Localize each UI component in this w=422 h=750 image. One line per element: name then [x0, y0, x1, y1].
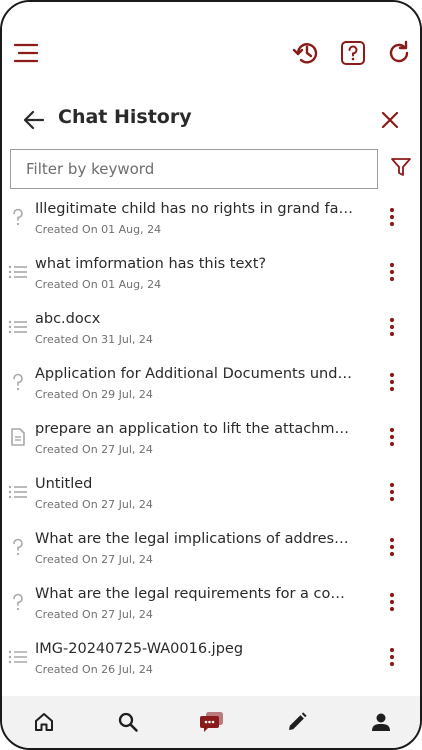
- list-icon: [8, 317, 28, 337]
- chat-history-panel: Chat History Illegitimate child has no r…: [2, 84, 420, 696]
- chat-date: Created On 27 Jul, 24: [35, 498, 153, 511]
- question-icon: [8, 537, 28, 557]
- chat-date: Created On 01 Aug, 24: [35, 278, 162, 291]
- list-item[interactable]: IMG-20240725-WA0016.jpeg Created On 26 Ju…: [2, 630, 420, 685]
- list-item[interactable]: Illegitimate child has no rights in gran…: [2, 190, 420, 245]
- chat-icon[interactable]: [197, 708, 227, 736]
- list-item[interactable]: Untitled Created On 27 Jul, 24: [2, 465, 420, 520]
- more-options-icon[interactable]: [380, 644, 404, 670]
- help-icon[interactable]: [338, 38, 368, 68]
- list-item[interactable]: What are the legal requirements for a co…: [2, 575, 420, 630]
- chat-title: What are the legal requirements for a co…: [35, 586, 355, 602]
- question-icon: [8, 372, 28, 392]
- chat-title: what imformation has this text?: [35, 256, 267, 272]
- top-app-bar: [2, 2, 420, 84]
- chat-history-list: Illegitimate child has no rights in gran…: [2, 190, 420, 685]
- search-input[interactable]: [26, 160, 377, 178]
- more-options-icon[interactable]: [380, 589, 404, 615]
- chat-title: prepare an application to lift the attac…: [35, 421, 355, 437]
- chat-date: Created On 31 Jul, 24: [35, 333, 153, 346]
- chat-date: Created On 01 Aug, 24: [35, 223, 162, 236]
- more-options-icon[interactable]: [380, 479, 404, 505]
- chat-date: Created On 27 Jul, 24: [35, 443, 153, 456]
- list-item[interactable]: abc.docx Created On 31 Jul, 24: [2, 300, 420, 355]
- refresh-icon[interactable]: [384, 38, 414, 68]
- chat-title: What are the legal implications of addre…: [35, 531, 355, 547]
- history-icon[interactable]: [292, 38, 322, 68]
- close-icon[interactable]: [376, 106, 404, 134]
- more-options-icon[interactable]: [380, 204, 404, 230]
- chat-date: Created On 27 Jul, 24: [35, 553, 153, 566]
- list-item[interactable]: what imformation has this text? Created O…: [2, 245, 420, 300]
- panel-header: Chat History: [2, 84, 420, 154]
- bottom-navigation: [2, 696, 420, 748]
- search-icon[interactable]: [113, 708, 143, 736]
- list-icon: [8, 262, 28, 282]
- more-options-icon[interactable]: [380, 369, 404, 395]
- arrow-left-icon[interactable]: [20, 106, 48, 134]
- search-field[interactable]: [10, 149, 378, 189]
- chat-title: Application for Additional Documents und…: [35, 366, 355, 382]
- chat-title: Illegitimate child has no rights in gran…: [35, 201, 355, 217]
- chat-date: Created On 26 Jul, 24: [35, 663, 153, 676]
- home-icon[interactable]: [29, 708, 59, 736]
- question-icon: [8, 207, 28, 227]
- more-options-icon[interactable]: [380, 534, 404, 560]
- chat-date: Created On 29 Jul, 24: [35, 388, 153, 401]
- chat-title: abc.docx: [35, 311, 101, 327]
- hamburger-icon[interactable]: [12, 38, 42, 68]
- document-icon: [8, 427, 28, 447]
- list-icon: [8, 482, 28, 502]
- list-item[interactable]: prepare an application to lift the attac…: [2, 410, 420, 465]
- list-item[interactable]: What are the legal implications of addre…: [2, 520, 420, 575]
- pencil-icon[interactable]: [282, 708, 312, 736]
- chat-date: Created On 27 Jul, 24: [35, 608, 153, 621]
- chat-title: IMG-20240725-WA0016.jpeg: [35, 641, 244, 657]
- more-options-icon[interactable]: [380, 314, 404, 340]
- chat-title: Untitled: [35, 476, 93, 492]
- list-icon: [8, 647, 28, 667]
- question-icon: [8, 592, 28, 612]
- more-options-icon[interactable]: [380, 424, 404, 450]
- list-item[interactable]: Application for Additional Documents und…: [2, 355, 420, 410]
- page-title: Chat History: [58, 106, 192, 128]
- app-frame: Chat History Illegitimate child has no r…: [0, 0, 422, 750]
- filter-icon[interactable]: [388, 154, 414, 180]
- person-icon[interactable]: [366, 708, 396, 736]
- more-options-icon[interactable]: [380, 259, 404, 285]
